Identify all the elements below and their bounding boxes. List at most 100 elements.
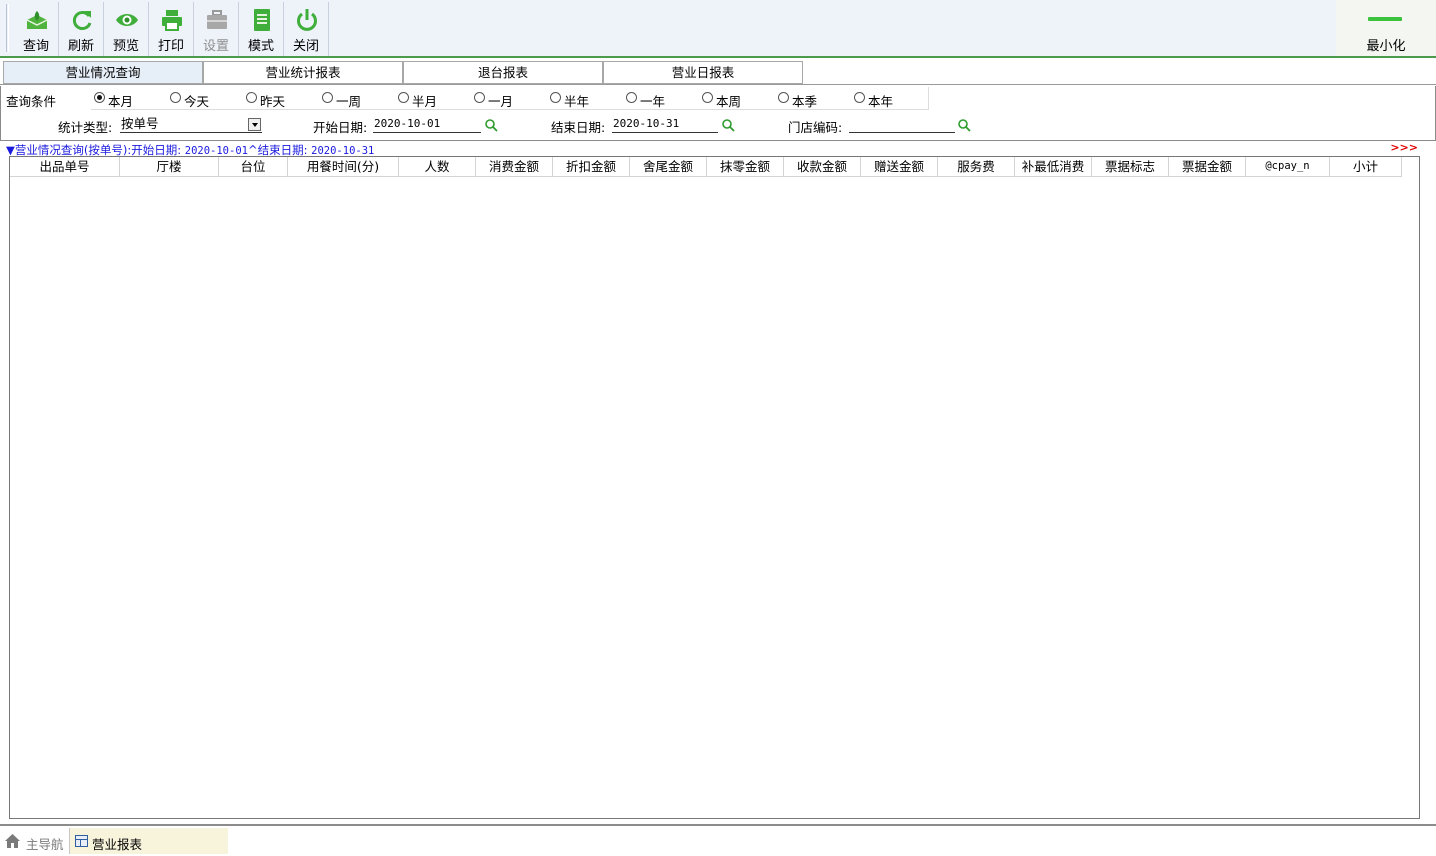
radio-label: 今天 [184,94,210,109]
column-header[interactable]: 票据金额 [1169,157,1246,177]
radio-dot [550,92,561,103]
stat-type-value: 按单号 [121,116,159,131]
store-code-field[interactable] [849,117,955,133]
query-panel: 查询条件 本月 今天 昨天 一周 半月 一月 半年 一年 本周 本季 本年 统计… [0,86,1436,140]
table-icon [75,835,88,847]
report-end-label: 结束日期: [257,143,308,157]
preview-button[interactable]: 预览 [104,2,149,56]
stat-type-label: 统计类型: [58,120,113,135]
minimize-label: 最小化 [1366,39,1406,54]
settings-button[interactable]: 设置 [194,2,239,56]
column-header[interactable]: 赠送金额 [861,157,938,177]
radio-label: 一周 [336,94,362,109]
radio-group-divider [928,87,929,109]
column-header[interactable]: 抹零金额 [707,157,784,177]
search-icon[interactable] [957,118,971,132]
radio-label: 一年 [640,94,666,109]
refresh-icon [72,11,92,30]
column-header[interactable]: 舍尾金额 [630,157,707,177]
tab-return-report[interactable]: 退台报表 [403,61,603,84]
radio-dot [322,92,333,103]
refresh-button-label: 刷新 [67,39,94,54]
query-icon [26,11,48,29]
bottom-nav: 主导航 营业报表 [0,826,1436,856]
column-header[interactable]: 服务费 [938,157,1015,177]
radio-dot [474,92,485,103]
end-date-field[interactable]: 2020-10-31 [612,117,718,133]
print-button[interactable]: 打印 [149,2,194,56]
refresh-button[interactable]: 刷新 [59,2,104,56]
column-header[interactable]: 台位 [219,157,288,177]
tab-daily-report[interactable]: 营业日报表 [603,61,803,84]
divider [0,140,1436,141]
column-header[interactable]: 小计 [1330,157,1402,177]
toolbar: 查询 刷新 预览 打印 设置 模式 关闭 最小化 [0,0,1436,58]
chevron-down-icon[interactable] [248,118,261,131]
column-header[interactable]: 折扣金额 [553,157,630,177]
radio-dot [778,92,789,103]
end-date-label: 结束日期: [551,120,606,135]
radio-dot [246,92,257,103]
eye-icon [116,14,138,26]
radio-group-divider [91,109,929,110]
start-date-label: 开始日期: [313,120,368,135]
printer-icon [162,10,182,31]
radio-dot [170,92,181,103]
minimize-button[interactable]: 最小化 [1336,0,1436,56]
report-title: 营业情况查询(按单号) [14,143,128,157]
radio-label: 昨天 [260,94,286,109]
print-button-label: 打印 [157,39,184,54]
collapse-toggle-icon[interactable]: ▼ [6,143,15,157]
mode-button[interactable]: 模式 [239,2,284,56]
settings-button-label: 设置 [202,39,229,54]
minimize-icon [1368,17,1402,21]
query-conditions-label: 查询条件 [6,94,57,109]
radio-label: 半年 [564,94,590,109]
column-header[interactable]: 出品单号 [10,157,120,177]
report-nav-tab[interactable]: 营业报表 [69,828,228,854]
start-date-field[interactable]: 2020-10-01 [373,117,481,133]
column-header[interactable]: 用餐时间(分) [288,157,399,177]
column-header[interactable]: 补最低消费 [1015,157,1092,177]
query-button[interactable]: 查询 [14,2,59,56]
column-header[interactable]: 收款金额 [784,157,861,177]
radio-dot [854,92,865,103]
radio-label: 本月 [108,94,134,109]
radio-label: 半月 [412,94,438,109]
report-tabs: 营业情况查询 营业统计报表 退台报表 营业日报表 [0,60,1436,85]
close-button-label: 关闭 [292,39,319,54]
search-icon[interactable] [484,118,498,132]
column-header[interactable]: 厅楼 [120,157,219,177]
power-icon [297,9,317,31]
report-start-label: :开始日期: [127,143,182,157]
radio-label: 本季 [792,94,818,109]
store-code-label: 门店编码: [788,120,843,135]
report-separator: ^ [247,143,258,157]
column-header[interactable]: @cpay_n [1246,157,1330,177]
preview-button-label: 预览 [112,39,139,54]
column-header[interactable]: 消费金额 [476,157,553,177]
column-header[interactable]: 人数 [399,157,476,177]
mode-button-label: 模式 [247,39,274,54]
radio-dot [626,92,637,103]
stat-type-select[interactable]: 按单号 [120,116,262,133]
search-icon[interactable] [721,118,735,132]
home-nav-label: 主导航 [26,837,64,852]
report-grid[interactable]: 出品单号 厅楼 台位 用餐时间(分) 人数 消费金额 折扣金额 舍尾金额 抹零金… [9,156,1420,819]
radio-dot [702,92,713,103]
toolbox-icon [207,10,227,29]
tab-business-query[interactable]: 营业情况查询 [3,61,203,84]
report-nav-label: 营业报表 [92,837,143,852]
toolbar-grip [6,4,9,52]
radio-label: 本年 [868,94,894,109]
close-button[interactable]: 关闭 [284,2,329,56]
home-icon [5,834,20,848]
radio-label: 本周 [716,94,742,109]
expand-button[interactable]: >>> [1390,141,1418,154]
radio-label: 一月 [488,94,514,109]
document-icon [254,9,270,31]
tab-business-stats[interactable]: 营业统计报表 [203,61,403,84]
radio-dot [94,92,105,103]
query-button-label: 查询 [22,39,49,54]
column-header[interactable]: 票据标志 [1092,157,1169,177]
